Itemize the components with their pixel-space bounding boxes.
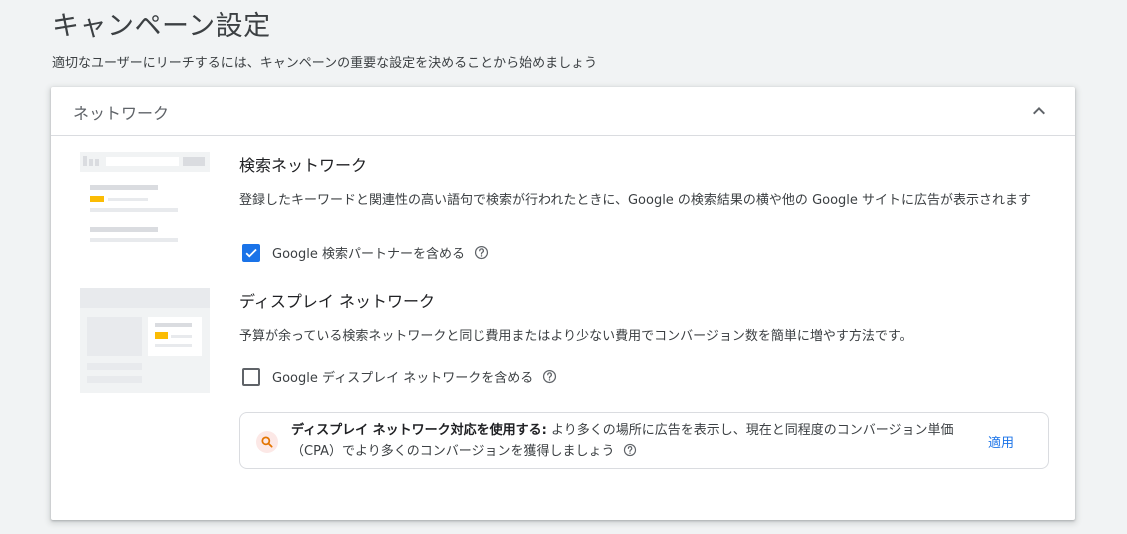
display-network-label[interactable]: Google ディスプレイ ネットワークを含める — [272, 367, 533, 386]
help-icon[interactable] — [623, 443, 637, 457]
network-card-header[interactable]: ネットワーク — [51, 87, 1075, 136]
search-partners-label[interactable]: Google 検索パートナーを含める — [272, 243, 465, 262]
network-card-title: ネットワーク — [73, 104, 170, 123]
recommendation-bold-text: ディスプレイ ネットワーク対応を使用する: — [291, 423, 547, 438]
display-network-option: Google ディスプレイ ネットワークを含める — [242, 367, 557, 386]
search-partners-option: Google 検索パートナーを含める — [242, 243, 489, 262]
apply-button[interactable]: 適用 — [988, 432, 1014, 451]
search-network-description: 登録したキーワードと関連性の高い語句で検索が行われたときに、Google の検索… — [239, 193, 1032, 208]
network-card: ネットワーク 検索ネットワーク 登録したキーワードと関連性の高い語句で検索が行わ… — [51, 87, 1075, 520]
page-title: キャンペーン設定 — [52, 11, 271, 42]
display-network-illustration — [80, 288, 210, 393]
display-expansion-recommendation: ディスプレイ ネットワーク対応を使用する: より多くの場所に広告を表示し、現在と… — [239, 412, 1049, 469]
search-icon — [256, 431, 278, 453]
search-network-illustration — [80, 152, 210, 256]
display-network-checkbox[interactable] — [242, 367, 260, 386]
help-icon[interactable] — [474, 245, 489, 260]
search-partners-checkbox[interactable] — [242, 243, 260, 262]
checkmark-icon — [245, 248, 257, 257]
help-icon[interactable] — [542, 369, 557, 384]
recommendation-text: ディスプレイ ネットワーク対応を使用する: より多くの場所に広告を表示し、現在と… — [291, 420, 981, 462]
display-network-description: 予算が余っている検索ネットワークと同じ費用またはより少ない費用でコンバージョン数… — [239, 329, 913, 344]
campaign-settings-page: キャンペーン設定 適切なユーザーにリーチするには、キャンペーンの重要な設定を決め… — [0, 0, 1127, 534]
display-network-title: ディスプレイ ネットワーク — [239, 292, 435, 311]
search-network-title: 検索ネットワーク — [239, 156, 368, 175]
chevron-up-icon[interactable] — [1027, 99, 1051, 123]
page-subtitle: 適切なユーザーにリーチするには、キャンペーンの重要な設定を決めることから始めまし… — [52, 56, 598, 71]
